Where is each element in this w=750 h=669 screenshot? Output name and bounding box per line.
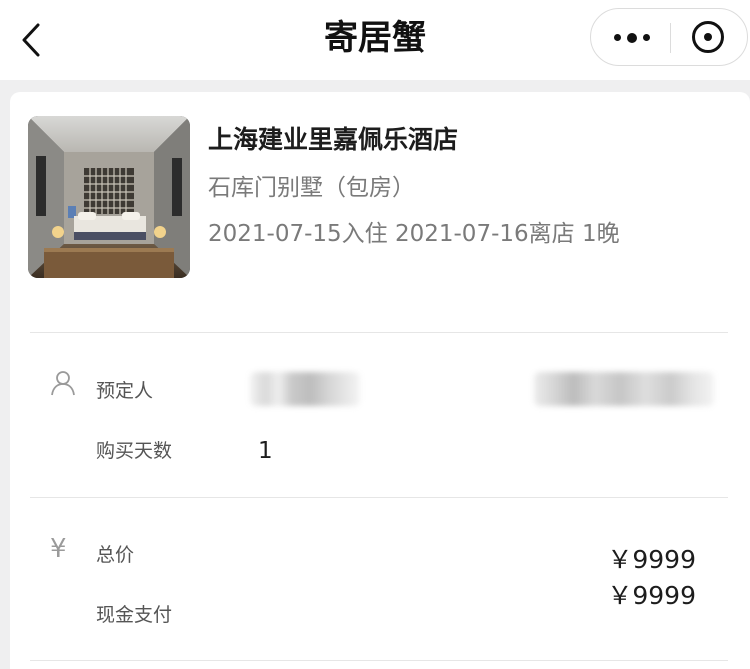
section-divider [30, 332, 728, 333]
days-label: 购买天数 [96, 440, 173, 462]
more-dots-icon [614, 33, 650, 43]
more-button[interactable] [591, 9, 670, 65]
cash-label: 现金支付 [96, 604, 173, 626]
booker-label: 预定人 [96, 380, 154, 402]
total-label: 总价 [96, 544, 135, 566]
order-card: 上海建业里嘉佩乐酒店 石库门别墅（包房） 2021-07-15入住 2021-0… [10, 92, 750, 669]
hotel-name: 上海建业里嘉佩乐酒店 [208, 125, 459, 154]
yen-icon: ¥ [50, 534, 67, 564]
mini-program-capsule [590, 8, 748, 66]
stay-dates: 2021-07-15入住 2021-07-16离店 1晚 [208, 221, 620, 247]
section-divider [30, 497, 728, 498]
person-icon [51, 371, 75, 396]
booker-name-redacted [250, 372, 360, 406]
navigation-bar: 寄居蟹 [0, 0, 750, 80]
section-divider [30, 660, 728, 661]
cash-price: ￥9999 [607, 581, 696, 610]
hotel-room-photo [28, 116, 190, 278]
days-value: 1 [258, 438, 273, 464]
room-type: 石库门别墅（包房） [208, 175, 415, 201]
total-price: ￥9999 [607, 545, 696, 574]
close-button[interactable] [671, 9, 748, 65]
target-circle-icon [692, 21, 724, 53]
booker-phone-redacted [534, 372, 714, 406]
